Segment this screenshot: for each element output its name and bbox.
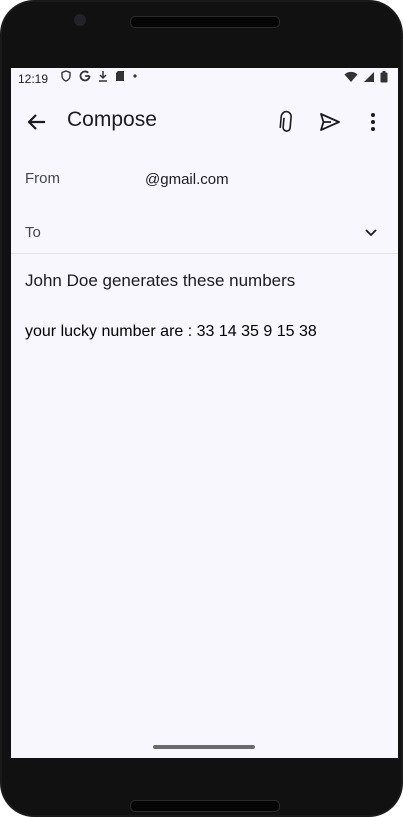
wifi-icon	[344, 71, 358, 83]
to-field[interactable]: To	[11, 213, 398, 253]
from-row[interactable]: From @gmail.com	[11, 158, 398, 198]
bottom-speaker	[130, 800, 280, 812]
status-time: 12:19	[18, 72, 49, 86]
page-title: Compose	[67, 108, 157, 131]
back-button[interactable]	[25, 110, 49, 134]
shield-icon	[60, 70, 72, 82]
subject-field[interactable]: John Doe generates these numbers	[25, 271, 295, 291]
status-system-icons	[344, 71, 388, 83]
dot-icon	[132, 70, 138, 82]
body-field[interactable]: your lucky number are : 33 14 35 9 15 38	[25, 323, 317, 341]
signal-icon	[363, 71, 375, 83]
chevron-down-icon	[363, 224, 379, 240]
send-button[interactable]	[318, 110, 342, 134]
back-arrow-icon	[27, 112, 47, 132]
device-frame: 12:19 Compose From @gmail.com To John Do…	[0, 0, 403, 817]
send-icon	[318, 110, 342, 134]
download-icon	[98, 70, 108, 82]
attach-icon	[273, 110, 297, 134]
battery-icon	[380, 71, 388, 83]
status-notification-icons	[60, 70, 138, 82]
from-address: @gmail.com	[71, 170, 229, 188]
from-domain: @gmail.com	[145, 171, 229, 188]
more-vert-icon	[363, 110, 383, 134]
gesture-nav-handle[interactable]	[153, 745, 255, 749]
screen: 12:19 Compose From @gmail.com To John Do…	[11, 68, 398, 758]
sd-card-icon	[115, 70, 125, 82]
attach-button[interactable]	[273, 110, 297, 134]
to-label: To	[25, 224, 41, 241]
front-camera	[74, 14, 86, 26]
redacted-username	[71, 170, 145, 188]
google-icon	[79, 70, 91, 82]
status-bar: 12:19	[11, 68, 398, 90]
divider	[11, 253, 398, 254]
app-bar: Compose	[11, 98, 398, 144]
expand-recipients-button[interactable]	[363, 224, 379, 240]
earpiece-speaker	[130, 16, 280, 28]
from-label: From	[25, 170, 60, 187]
device-bezel: 12:19 Compose From @gmail.com To John Do…	[2, 2, 401, 815]
more-options-button[interactable]	[363, 110, 383, 134]
